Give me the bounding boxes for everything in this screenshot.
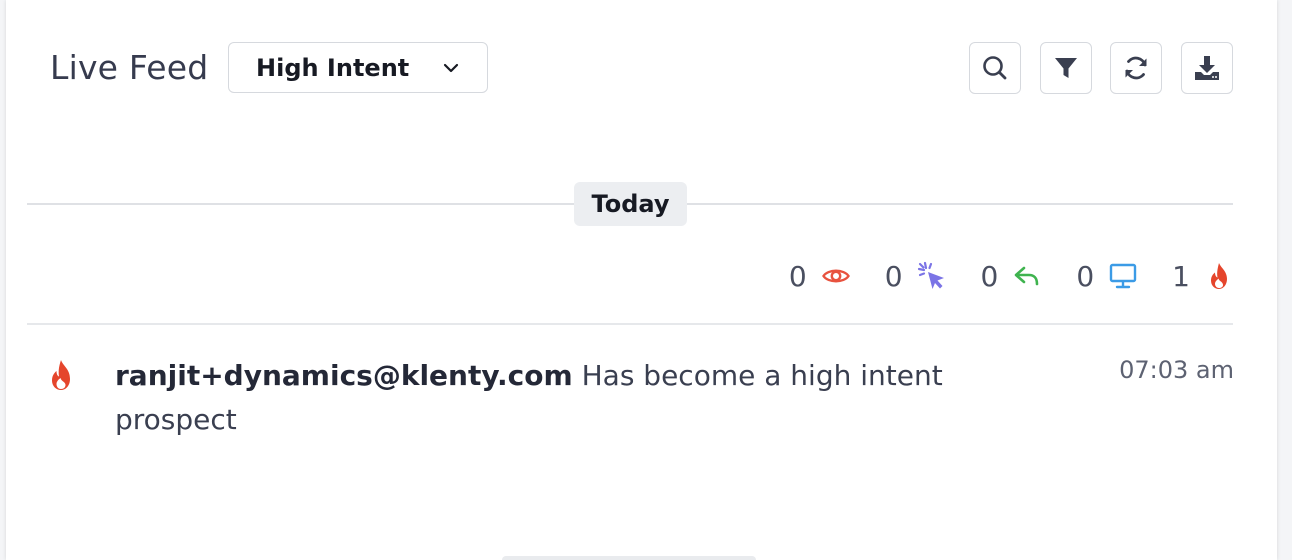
stat-high-intent-count: 1 — [1172, 259, 1190, 293]
bottom-tab-handle — [502, 556, 756, 560]
feed-item-text: ranjit+dynamics@klenty.com Has become a … — [115, 354, 995, 442]
search-icon — [983, 56, 1007, 80]
reply-icon — [1015, 266, 1039, 286]
fire-icon — [52, 360, 70, 390]
filter-icon — [1055, 58, 1077, 78]
stat-clicks: 0 — [885, 260, 947, 293]
date-label: Today — [574, 182, 687, 226]
feed-item-email[interactable]: ranjit+dynamics@klenty.com — [115, 359, 573, 392]
stat-clicks-count: 0 — [884, 259, 903, 293]
intent-filter-select[interactable]: High Intent — [228, 42, 488, 93]
stat-opens: 0 — [789, 260, 851, 293]
activity-stats: 0 0 0 0 1 — [755, 256, 1234, 296]
page-title: Live Feed — [50, 48, 209, 87]
eye-icon — [821, 269, 850, 283]
stat-high-intent: 1 — [1172, 260, 1234, 293]
stat-replies: 0 — [981, 260, 1043, 293]
live-feed-panel: Live Feed High Intent Today 0 0 0 0 1 ra… — [6, 0, 1277, 560]
feed-item-time: 07:03 am — [1119, 356, 1234, 384]
filter-button[interactable] — [1040, 42, 1092, 94]
stat-website-visits: 0 — [1076, 260, 1138, 293]
date-divider: Today — [27, 182, 1233, 226]
live-feed-header: Live Feed High Intent — [6, 0, 1277, 140]
section-separator — [27, 323, 1233, 325]
refresh-icon — [1125, 56, 1147, 80]
chevron-down-icon — [443, 63, 459, 73]
download-button[interactable] — [1181, 42, 1233, 94]
stat-opens-count: 0 — [788, 259, 807, 293]
stat-replies-count: 0 — [980, 259, 999, 293]
search-button[interactable] — [969, 42, 1021, 94]
list-item[interactable]: ranjit+dynamics@klenty.com Has become a … — [6, 350, 1277, 450]
intent-filter-value: High Intent — [256, 54, 410, 82]
monitor-icon — [1109, 263, 1137, 289]
refresh-button[interactable] — [1110, 42, 1162, 94]
stat-website-visits-count: 0 — [1076, 259, 1095, 293]
download-icon — [1195, 56, 1219, 80]
cursor-click-icon — [917, 261, 944, 289]
fire-icon — [1211, 263, 1227, 289]
